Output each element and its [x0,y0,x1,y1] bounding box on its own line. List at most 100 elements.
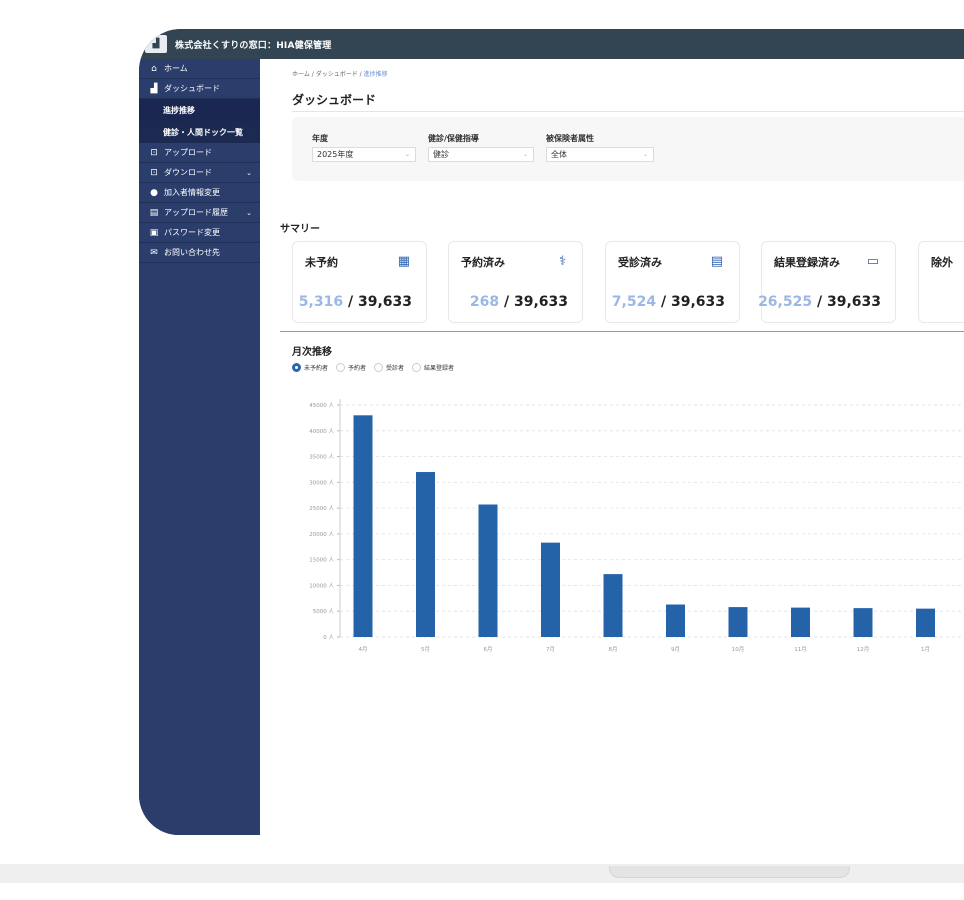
attr-select[interactable]: 全体 ⌄ [546,147,654,162]
attr-select-value: 全体 [551,150,567,159]
sidebar-subitem-label: 進捗推移 [163,105,195,115]
sidebar-item-label: ホーム [164,64,188,73]
chevron-down-icon: ⌄ [246,168,252,177]
type-select[interactable]: 健診 ⌄ [428,147,534,162]
y-tick-label: 45000 人 [309,402,334,409]
card-value: 26,525 / 39,633 [758,294,881,310]
divider [292,111,964,112]
summary-card-unreserved: 未予約 ▦ 5,316 / 39,633 [292,241,427,323]
year-select[interactable]: 2025年度 ⌄ [312,147,416,162]
card-count: 5,316 [298,294,344,310]
card-label: 結果登録済み [774,256,840,269]
radio-label: 受診者 [386,365,405,372]
home-indicator [609,866,850,878]
bar-1 [416,472,435,637]
breadcrumb-home[interactable]: ホーム [292,71,310,78]
message-icon: ▭ [866,254,879,269]
x-tick-label: 1月 [921,646,930,653]
page-title: ダッシュボード [292,93,377,107]
sidebar-item-contact[interactable]: ✉ お問い合わせ先 [139,243,260,263]
sidebar-subitem-label: 健診・人間ドック一覧 [163,127,243,137]
filter-type: 健診/保健指導 健診 ⌄ [428,133,534,162]
main-content: ホーム / ダッシュボード / 進捗推移 ダッシュボード 年度 2025年度 ⌄… [260,59,964,835]
sidebar-subitem-checkup-list[interactable]: 健診・人間ドック一覧 [139,121,260,143]
download-icon: ⊡ [150,167,158,178]
x-tick-label: 5月 [421,646,430,653]
bar-8 [853,608,873,637]
screen: ▟ 株式会社くすりの窓口：HIA健保管理 ⌂ ホーム ▟ ダッシュボード 進捗推… [0,0,964,900]
breadcrumb: ホーム / ダッシュボード / 進捗推移 [292,69,388,78]
monthly-bar-chart: 0 人 5000 人 10000 人 15000 人 20000 人 25000 人 300… [309,399,964,653]
bar-2 [478,504,498,637]
breadcrumb-dashboard[interactable]: ダッシュボード [316,71,358,78]
summary-title: サマリー [280,224,320,235]
sidebar-item-upload[interactable]: ⊡ アップロード [139,143,260,163]
y-tick-label: 30000 人 [309,479,334,486]
radio-unchecked-icon [336,363,346,372]
sidebar-item-home[interactable]: ⌂ ホーム [139,59,260,79]
card-count: 7,524 [611,294,657,310]
sidebar-item-member-info[interactable]: ● 加入者情報変更 [139,183,260,203]
radio-unreserved[interactable]: 未予約者 [292,363,328,372]
x-tick-label: 7月 [546,646,555,653]
card-count: 268 [469,294,500,310]
bar-6 [728,607,748,637]
filter-year-label: 年度 [312,134,328,143]
building-logo-icon: ▟ [145,35,167,53]
card-label: 予約済み [461,256,505,269]
sidebar-subitem-progress[interactable]: 進捗推移 [139,99,260,121]
series-radio-group: 未予約者 予約者 受診者 結果登録者 [292,363,454,372]
radio-label: 予約者 [348,365,367,372]
summary-card-examined: 受診済み ▤ 7,524 / 39,633 [605,241,740,323]
y-tick-label: 35000 人 [309,454,334,461]
card-total: 39,633 [670,294,725,310]
bar-3 [541,542,560,637]
card-count: 26,525 [758,294,813,310]
app-title: 株式会社くすりの窓口：HIA健保管理 [175,40,332,51]
radio-examined[interactable]: 受診者 [374,363,404,372]
card-total: 39,633 [513,294,568,310]
upload-icon: ⊡ [150,147,158,158]
bar-4 [603,574,623,637]
title-bar: ▟ 株式会社くすりの窓口：HIA健保管理 [139,29,964,59]
summary-card-excluded: 除外 [918,241,964,323]
radio-unchecked-icon [412,363,422,372]
card-value: 268 / 39,633 [469,294,568,310]
radio-reserved[interactable]: 予約者 [336,363,366,372]
sidebar-item-password[interactable]: ▣ パスワード変更 [139,223,260,243]
filter-type-label: 健診/保健指導 [428,134,479,143]
history-icon: ▤ [149,207,159,218]
y-tick-label: 15000 人 [309,557,334,564]
sidebar: ⌂ ホーム ▟ ダッシュボード 進捗推移 健診・人間ドック一覧 ⊡ アップロード… [139,59,260,835]
sidebar-item-label: 加入者情報変更 [164,188,220,197]
type-select-value: 健診 [433,150,449,159]
user-icon: ● [150,187,158,198]
radio-result-registered[interactable]: 結果登録者 [412,363,454,372]
radio-unchecked-icon [374,363,384,372]
x-tick-label: 8月 [609,646,618,653]
divider [280,331,964,332]
sidebar-item-label: パスワード変更 [164,228,220,237]
chevron-down-icon: ⌄ [404,151,410,158]
filter-year: 年度 2025年度 ⌄ [312,133,416,162]
x-tick-label: 12月 [857,646,870,653]
breadcrumb-separator: / [359,71,362,78]
card-total: 39,633 [826,294,881,310]
sidebar-item-dashboard[interactable]: ▟ ダッシュボード [139,79,260,99]
summary-card-result-registered: 結果登録済み ▭ 26,525 / 39,633 [758,241,896,323]
bar-5 [666,604,685,637]
chevron-down-icon: ⌄ [246,208,252,217]
sidebar-item-download[interactable]: ⊡ ダウンロード ⌄ [139,163,260,183]
home-icon: ⌂ [151,63,157,74]
radio-label: 未予約者 [304,365,329,372]
mail-icon: ✉ [150,247,158,258]
bar-7 [791,607,810,637]
y-tick-label: 25000 人 [309,505,334,512]
y-tick-label: 20000 人 [309,531,334,538]
x-tick-label: 11月 [794,646,807,653]
card-label: 未予約 [305,256,338,269]
sidebar-item-upload-history[interactable]: ▤ アップロード履歴 ⌄ [139,203,260,223]
sidebar-item-label: ダウンロード [164,168,212,177]
x-tick-label: 4月 [359,646,368,653]
radio-checked-icon [292,363,301,372]
